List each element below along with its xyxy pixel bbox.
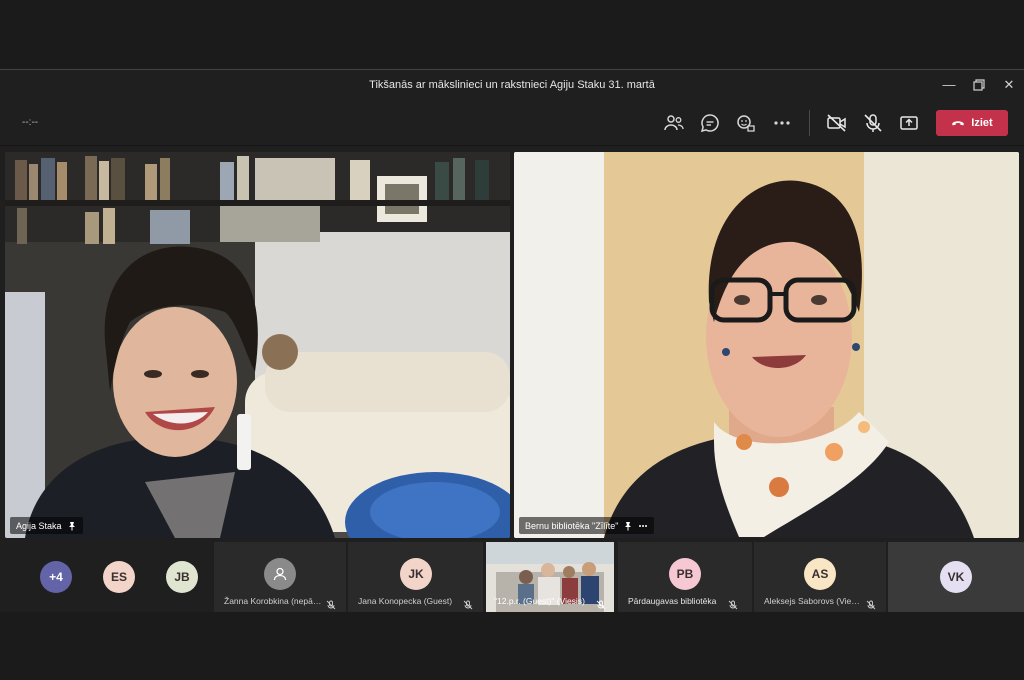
participant-name: Bernu bibliotēka "Zīlīte" (525, 520, 619, 531)
avatar: AS (804, 558, 836, 590)
more-icon[interactable] (770, 111, 794, 135)
meeting-background: Tikšanās ar mākslinieci un rakstnieci Ag… (0, 0, 1024, 680)
participant-name-tag: Bernu bibliotēka "Zīlīte" (519, 517, 655, 534)
phone-hangup-icon (952, 121, 965, 126)
participant-name: "12.p.r. (Guest)" (Viesis) (494, 596, 585, 606)
chat-icon[interactable] (698, 111, 722, 135)
participants-icon[interactable] (662, 111, 686, 135)
overflow-avatars-group: +4 ES JB (0, 542, 212, 612)
minimize-icon[interactable]: — (940, 76, 958, 94)
teams-meeting-window: Tikšanās ar mākslinieci un rakstnieci Ag… (0, 69, 1024, 612)
reactions-icon[interactable] (734, 111, 758, 135)
participant-tile[interactable]: AS Aleksejs Saborovs (Viesis) (754, 542, 886, 612)
participant-name-tag: Agija Staka (10, 517, 83, 534)
avatar: JK (400, 558, 432, 590)
participant-tile[interactable]: PB Pārdaugavas bibliotēka (618, 542, 752, 612)
participant-name: Žanna Korobkina (nepārbaudīts) (224, 596, 322, 606)
video-tile-bernu-biblioteka[interactable]: Bernu bibliotēka "Zīlīte" (514, 152, 1019, 538)
participant-video-tile[interactable]: "12.p.r. (Guest)" (Viesis) (486, 542, 614, 612)
window-title: Tikšanās ar mākslinieci un rakstnieci Ag… (369, 79, 655, 91)
avatar[interactable]: ES (103, 561, 135, 593)
avatar: VK (940, 561, 972, 593)
mic-off-icon (728, 597, 738, 610)
toolbar-divider (809, 110, 810, 136)
meeting-toolbar: --:-- Iziet (0, 100, 1024, 146)
participant-tile[interactable]: Žanna Korobkina (nepārbaudīts) (214, 542, 346, 612)
pin-icon[interactable] (623, 521, 633, 531)
leave-button[interactable]: Iziet (936, 110, 1008, 136)
mic-off-icon (596, 597, 606, 610)
video-feed (5, 152, 510, 538)
mic-off-icon (463, 597, 473, 610)
video-feed (514, 152, 1019, 538)
mic-off-icon (326, 597, 336, 610)
default-avatar-icon (264, 558, 296, 590)
avatar: PB (669, 558, 701, 590)
close-icon[interactable]: ✕ (1000, 76, 1018, 94)
participant-name: Jana Konopecka (Guest) (358, 596, 453, 606)
camera-off-icon[interactable] (825, 111, 849, 135)
participant-name: Agija Staka (16, 520, 62, 531)
avatar[interactable]: JB (166, 561, 198, 593)
pin-icon[interactable] (67, 521, 77, 531)
title-bar: Tikšanās ar mākslinieci un rakstnieci Ag… (0, 70, 1024, 100)
share-icon[interactable] (897, 111, 921, 135)
participant-tile[interactable]: JK Jana Konopecka (Guest) (348, 542, 483, 612)
participant-tile[interactable]: VK (888, 542, 1024, 612)
meeting-timer: --:-- (22, 117, 39, 128)
participant-strip: +4 ES JB Žanna Korobkina (nepārbaudīts) … (0, 542, 1024, 612)
mic-off-icon[interactable] (861, 111, 885, 135)
restore-icon[interactable] (970, 76, 988, 94)
participant-name: Pārdaugavas bibliotēka (628, 596, 717, 606)
participant-name: Aleksejs Saborovs (Viesis) (764, 596, 862, 606)
mic-off-icon (866, 597, 876, 610)
overflow-count-avatar[interactable]: +4 (40, 561, 72, 593)
leave-label: Iziet (971, 117, 993, 129)
video-tile-agija-staka[interactable]: Agija Staka (5, 152, 510, 538)
more-options-icon[interactable] (638, 521, 648, 531)
